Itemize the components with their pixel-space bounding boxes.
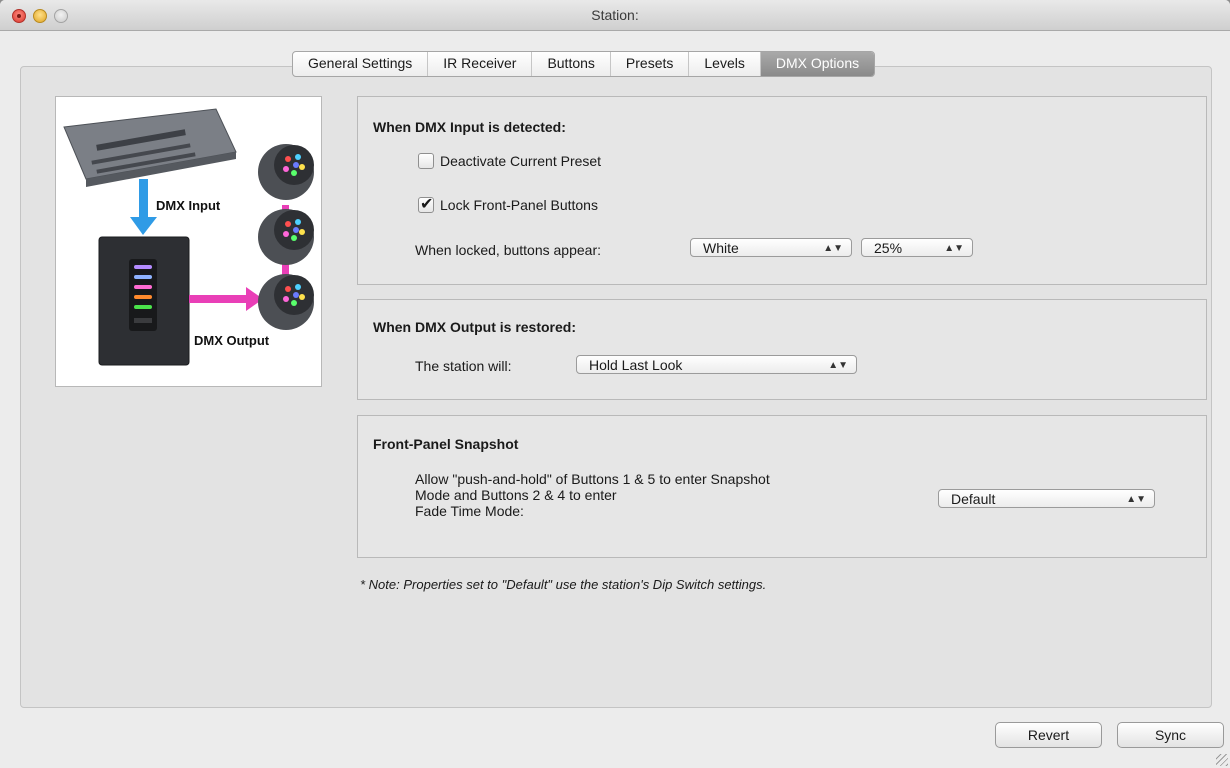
locked-color-select[interactable]: White ▲▼ xyxy=(690,238,852,257)
tab-dmx-options[interactable]: DMX Options xyxy=(760,52,875,76)
tab-levels[interactable]: Levels xyxy=(689,52,761,76)
lighting-console-icon xyxy=(63,108,237,187)
lock-buttons-label: Lock Front-Panel Buttons xyxy=(440,197,598,213)
lock-buttons-option[interactable]: Lock Front-Panel Buttons xyxy=(418,194,598,214)
dmx-input-label: DMX Input xyxy=(156,198,221,213)
snapshot-description: Allow "push-and-hold" of Buttons 1 & 5 t… xyxy=(415,471,770,519)
select-arrows-icon: ▲▼ xyxy=(828,360,848,371)
select-arrows-icon: ▲▼ xyxy=(1126,494,1146,505)
led-fixture-icon xyxy=(258,144,314,200)
revert-button[interactable]: Revert xyxy=(995,722,1102,748)
default-note: * Note: Properties set to "Default" use … xyxy=(360,577,767,592)
dmx-input-arrow xyxy=(130,179,157,235)
snapshot-description-line: Mode and Buttons 2 & 4 to enter xyxy=(415,487,617,503)
locked-color-value: White xyxy=(703,240,739,256)
title-bar: Station: xyxy=(0,0,1230,31)
resize-grip[interactable] xyxy=(1216,754,1228,766)
tab-presets[interactable]: Presets xyxy=(611,52,690,76)
deactivate-preset-option[interactable]: Deactivate Current Preset xyxy=(418,153,601,169)
led-fixture-icon xyxy=(258,209,314,265)
dmx-input-group-title: When DMX Input is detected: xyxy=(373,119,566,135)
window-title: Station: xyxy=(591,7,639,23)
dmx-diagram: DMX Input DMX Output xyxy=(55,96,322,387)
locked-level-value: 25% xyxy=(874,240,903,256)
sync-button[interactable]: Sync xyxy=(1117,722,1224,748)
tab-ir-receiver[interactable]: IR Receiver xyxy=(428,52,533,76)
dmx-input-group: When DMX Input is detected: Deactivate C… xyxy=(357,96,1207,285)
snapshot-group-title: Front-Panel Snapshot xyxy=(373,436,519,452)
tab-buttons[interactable]: Buttons xyxy=(532,52,611,76)
snapshot-mode-select[interactable]: Default ▲▼ xyxy=(938,489,1155,508)
select-arrows-icon: ▲▼ xyxy=(823,243,843,254)
station-window: Station: General Settings IR Receiver Bu… xyxy=(0,0,1230,768)
snapshot-group: Front-Panel Snapshot Allow "push-and-hol… xyxy=(357,415,1207,558)
snapshot-description-line: Fade Time Mode: xyxy=(415,503,524,519)
select-arrows-icon: ▲▼ xyxy=(944,243,964,254)
tab-bar: General Settings IR Receiver Buttons Pre… xyxy=(292,51,876,77)
tab-general-settings[interactable]: General Settings xyxy=(293,52,429,76)
snapshot-description-line: Allow "push-and-hold" of Buttons 1 & 5 t… xyxy=(415,471,770,487)
dmx-diagram-illustration: DMX Input DMX Output xyxy=(63,108,314,366)
wall-station-icon xyxy=(98,236,190,366)
station-will-label: The station will: xyxy=(415,358,512,374)
led-fixture-icon xyxy=(258,274,314,330)
dmx-output-group-title: When DMX Output is restored: xyxy=(373,319,576,335)
dmx-output-group: When DMX Output is restored: The station… xyxy=(357,299,1207,400)
dmx-output-action-value: Hold Last Look xyxy=(589,357,683,373)
snapshot-mode-value: Default xyxy=(951,491,996,507)
deactivate-preset-checkbox[interactable] xyxy=(418,153,434,169)
deactivate-preset-label: Deactivate Current Preset xyxy=(440,153,602,169)
locked-appearance-label: When locked, buttons appear: xyxy=(415,242,602,258)
dmx-output-label: DMX Output xyxy=(194,333,270,348)
lock-buttons-checkbox[interactable] xyxy=(418,194,434,214)
dmx-output-action-select[interactable]: Hold Last Look ▲▼ xyxy=(576,355,857,374)
locked-level-select[interactable]: 25% ▲▼ xyxy=(861,238,973,257)
